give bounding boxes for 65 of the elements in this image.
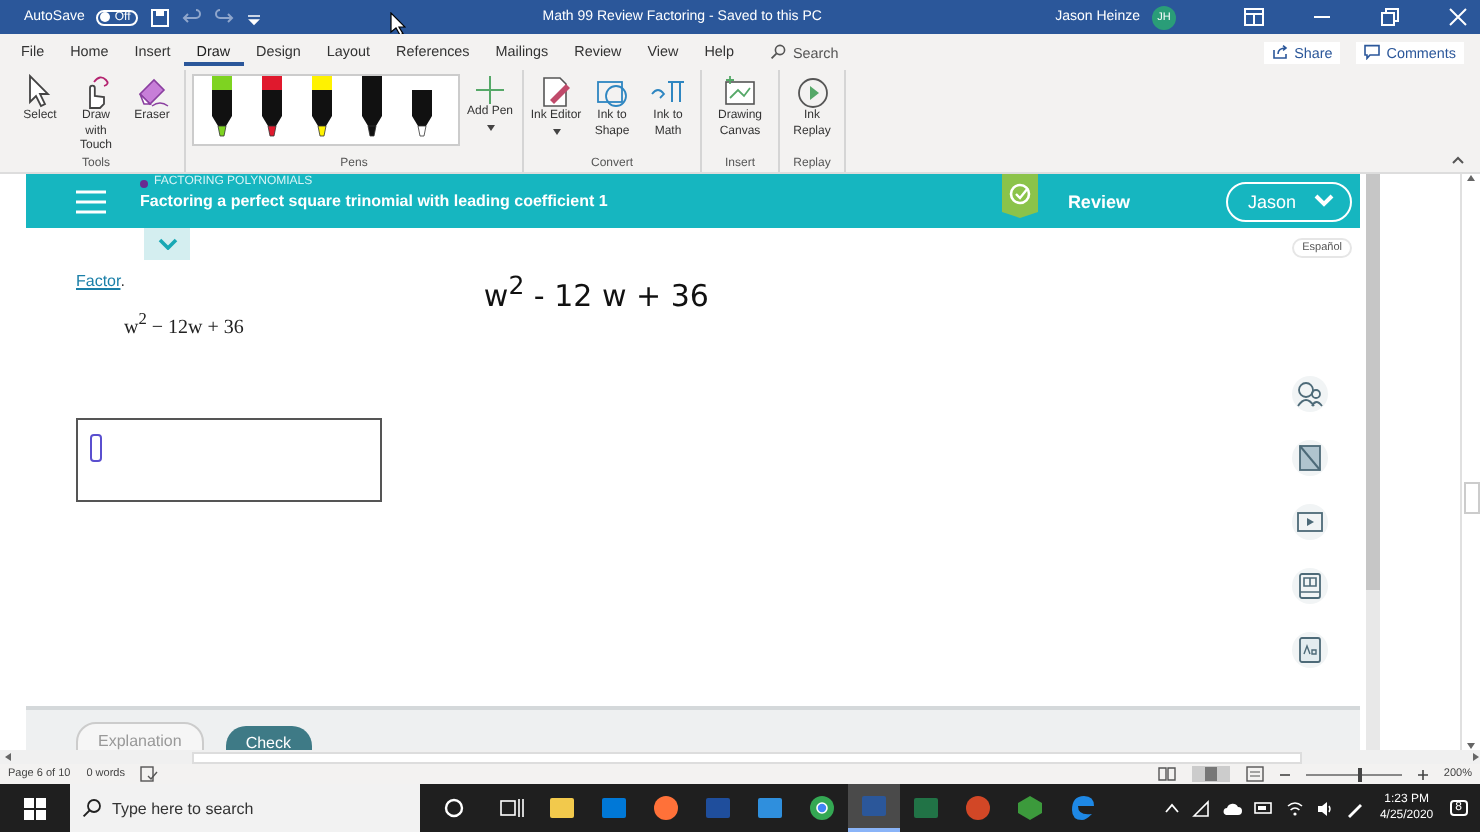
scroll-left-icon[interactable] xyxy=(4,752,12,762)
video-icon[interactable] xyxy=(1292,504,1328,540)
network-icon[interactable] xyxy=(1191,799,1210,817)
calculator-icon[interactable] xyxy=(1292,440,1328,476)
pen-icon[interactable] xyxy=(308,76,336,140)
chevron-down-icon xyxy=(1314,194,1334,208)
chevron-up-icon[interactable] xyxy=(1163,802,1180,814)
search-icon[interactable] xyxy=(770,44,787,60)
lesson-title: Factoring a perfect square trinomial with leading coefficient 1 xyxy=(140,192,608,210)
redo-icon[interactable] xyxy=(214,7,235,27)
caret-icon xyxy=(551,127,561,135)
save-icon[interactable] xyxy=(150,7,171,27)
scroll-thumb[interactable] xyxy=(1366,174,1380,590)
answer-box[interactable] xyxy=(76,418,382,503)
caret-icon xyxy=(485,123,495,131)
search-icon xyxy=(82,798,102,818)
zoom-in-icon[interactable] xyxy=(1417,769,1428,779)
read-mode-icon[interactable] xyxy=(1157,766,1176,782)
taskbar-search-field[interactable]: Type here to search xyxy=(70,784,420,832)
ribbon-display-icon[interactable] xyxy=(1244,8,1264,26)
scrollbar[interactable] xyxy=(0,750,1480,764)
scrollbar[interactable] xyxy=(1460,174,1480,750)
pen-icon[interactable] xyxy=(1345,799,1364,817)
battery-icon[interactable] xyxy=(1253,802,1274,814)
scroll-thumb[interactable] xyxy=(1463,482,1479,514)
dictionary-icon[interactable] xyxy=(1292,632,1328,668)
plus-icon xyxy=(474,74,506,106)
restore-icon[interactable] xyxy=(1380,8,1400,26)
canvas-icon xyxy=(722,74,758,110)
print-layout-icon[interactable] xyxy=(1201,766,1220,782)
math-expression: w$^{2}$ − 12w + 36 xyxy=(124,310,244,339)
wifi-icon[interactable] xyxy=(1285,799,1304,817)
chevron-down-icon xyxy=(157,238,177,250)
pen-icon[interactable] xyxy=(358,76,386,140)
task-view-icon[interactable] xyxy=(500,798,524,818)
web-layout-icon[interactable] xyxy=(1245,766,1264,782)
scroll-right-icon[interactable] xyxy=(1472,752,1480,762)
eraser-icon xyxy=(134,74,170,110)
cortana-icon[interactable] xyxy=(444,798,464,818)
pen-icon[interactable] xyxy=(258,76,286,140)
customize-icon[interactable] xyxy=(246,9,263,25)
period-text: . xyxy=(120,272,125,290)
speaker-icon[interactable] xyxy=(1315,799,1334,817)
undo-icon[interactable] xyxy=(182,7,203,27)
review-badge-icon xyxy=(1001,173,1038,217)
windows-start-icon[interactable] xyxy=(24,797,46,819)
close-icon[interactable] xyxy=(1448,8,1468,26)
mouse-cursor-icon xyxy=(390,11,407,35)
comment-icon xyxy=(1364,44,1381,60)
replay-icon xyxy=(794,74,830,110)
proofing-icon[interactable] xyxy=(140,766,159,782)
factor-link[interactable]: Factor xyxy=(76,272,121,290)
zoom-out-icon[interactable] xyxy=(1279,769,1290,779)
share-icon xyxy=(1272,44,1289,60)
book-icon[interactable] xyxy=(1292,568,1328,604)
pen-icon[interactable] xyxy=(208,76,236,140)
cloud-icon[interactable] xyxy=(1221,801,1242,815)
collapse-ribbon-icon[interactable] xyxy=(1452,156,1464,164)
scroll-thumb[interactable] xyxy=(192,751,1302,763)
check-button[interactable]: Check xyxy=(225,726,311,750)
ask-icon[interactable] xyxy=(1292,376,1328,412)
review-label: Review xyxy=(1067,191,1130,211)
document-pen-icon xyxy=(538,74,574,110)
scrollbar[interactable] xyxy=(1366,174,1380,750)
handwritten-ink: w$^{2}$ - 12 w + 36 xyxy=(483,270,709,318)
